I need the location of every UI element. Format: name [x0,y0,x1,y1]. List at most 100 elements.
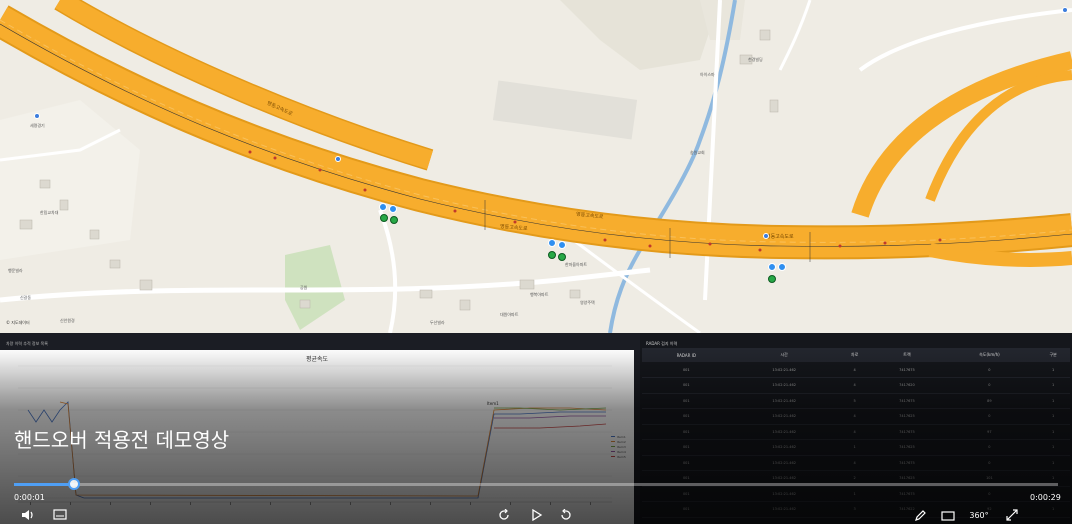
table-cell: 1 [1036,424,1070,440]
vehicle-bubble-icon[interactable] [778,263,786,271]
vehicle-bubble-icon[interactable] [389,205,397,213]
map-canvas [0,0,1072,333]
progress-fill [14,483,74,486]
place-label: 신갈동 [20,295,32,300]
table-cell: 89 [942,393,1037,409]
progress-bar[interactable] [14,478,1058,490]
table-cell: 97 [942,424,1037,440]
table-row[interactable]: 001 13:02:21.462 1 7417675 0 1 [642,486,1070,502]
place-label: 천경빌딩 [748,57,763,62]
table-cell: 13:02:21.462 [730,377,838,394]
table-cell: 1 [1036,408,1070,425]
table-cell: 13:02:21.462 [730,501,838,518]
map-view[interactable]: 영동고속도로 영동고속도로 영동고속도로 영동고속도로 세명경기 한림교차대 행… [0,0,1072,333]
fullscreen-icon[interactable] [1004,509,1020,524]
table-cell: 1 [837,486,872,502]
column-header[interactable]: 차로 [837,348,872,362]
place-label: 공원 [300,285,308,290]
place-label: 세명경기 [30,123,45,128]
chart-panel-header: 차량 이력 추적 정보 목록 [6,341,48,346]
place-label: 두산빌라 [430,320,445,325]
screen-icon[interactable] [940,509,956,524]
table-cell: 0 [942,408,1037,425]
table-cell: 4 [837,455,872,471]
vehicle-bubble-icon[interactable] [768,263,776,271]
current-time: 0:00:01 [14,493,45,502]
table-cell: 13:02:21.462 [730,393,838,409]
vehicle-bubble-icon[interactable] [379,203,387,211]
table-cell: 13:02:21.462 [730,362,838,378]
table-cell: 001 [642,362,731,378]
table-cell: 13:02:21.462 [730,424,838,440]
legend-item: Item3 [617,445,626,449]
table-cell: 1 [1036,501,1070,518]
table-row[interactable]: 001 13:02:21.462 4 7417675 0 1 [642,455,1070,471]
table-cell: 1 [1036,377,1070,394]
table-cell: 4 [837,362,872,378]
table-cell: 4 [837,408,872,425]
place-label: 신안원경 [60,318,75,323]
column-header[interactable]: 시간 [730,348,838,362]
vehicle-bubble-icon[interactable] [548,239,556,247]
vehicle-bubble-icon[interactable] [558,241,566,249]
column-header[interactable]: 속도(km/h) [942,348,1037,362]
chart-series-line [494,415,606,419]
table-cell: 001 [642,408,731,425]
table-cell: 7417620 [871,377,943,394]
table-cell: 7417675 [871,362,943,378]
vr360-icon[interactable]: 360° [968,509,990,524]
pedestrian-marker-icon[interactable] [558,253,566,263]
poi-marker-icon[interactable] [1062,7,1068,13]
table-header-row: RADAR ID 시간 차로 트랙 속도(km/h) 구분 [642,348,1070,362]
column-header[interactable]: RADAR ID [642,348,731,362]
table-cell: 5 [837,393,872,409]
table-cell: 0 [942,486,1037,502]
table-cell: 1 [1036,362,1070,378]
column-header[interactable]: 트랙 [871,348,943,362]
table-row[interactable]: 001 13:02:21.462 4 7417675 0 1 [642,362,1070,378]
table-cell: 7417675 [871,393,943,409]
poi-marker-icon[interactable] [763,233,769,239]
column-header[interactable]: 구분 [1036,348,1070,362]
poi-marker-icon[interactable] [34,113,40,119]
pedestrian-marker-icon[interactable] [768,275,776,285]
table-cell: 1 [837,439,872,456]
table-cell: 001 [642,424,731,440]
pedestrian-marker-icon[interactable] [548,251,556,261]
table-cell: 0 [942,362,1037,378]
table-cell: 7417675 [871,455,943,471]
place-label: 송원교회 [690,150,705,155]
table-cell: 0 [942,455,1037,471]
table-cell: 001 [642,486,731,502]
table-cell: 13:02:21.462 [730,439,838,456]
table-cell: 7417625 [871,408,943,425]
place-label: 대원아파트 [500,312,519,317]
pedestrian-marker-icon[interactable] [380,214,388,224]
radar-table-panel: RADAR 검지 이력 RADAR ID 시간 차로 트랙 속도(km/h) 구… [640,333,1072,524]
table-row[interactable]: 001 13:02:21.462 1 7417625 0 1 [642,439,1070,456]
table-cell: 7417675 [871,424,943,440]
play-icon[interactable] [528,508,544,524]
radar-table: RADAR ID 시간 차로 트랙 속도(km/h) 구분 001 13:02:2… [642,348,1070,518]
map-logo: © 지도데이터 [6,320,30,325]
poi-marker-icon[interactable] [335,156,341,162]
legend-item: Item1 [617,435,626,439]
table-cell: 13:02:21.462 [730,486,838,502]
edit-icon[interactable] [912,509,928,524]
table-row[interactable]: 001 13:02:21.462 4 7417620 0 1 [642,377,1070,394]
pedestrian-marker-icon[interactable] [390,216,398,226]
table-cell: 1 [1036,455,1070,471]
table-cell: 0 [942,439,1037,456]
subtitles-icon[interactable] [52,509,68,524]
rewind-icon[interactable] [496,508,512,524]
table-row[interactable]: 001 13:02:21.462 5 7417675 89 1 [642,393,1070,409]
forward-icon[interactable] [558,508,574,524]
table-row[interactable]: 001 13:02:21.462 4 7417625 0 1 [642,408,1070,425]
video-player[interactable]: 영동고속도로 영동고속도로 영동고속도로 영동고속도로 세명경기 한림교차대 행… [0,0,1072,524]
road-label: 영동고속도로 [766,234,794,240]
table-cell: 001 [642,439,731,456]
table-row[interactable]: 001 13:02:21.462 4 7417675 97 1 [642,424,1070,440]
table-cell: 7417622 [871,501,943,518]
progress-handle[interactable] [67,478,80,490]
volume-icon[interactable] [20,509,36,524]
